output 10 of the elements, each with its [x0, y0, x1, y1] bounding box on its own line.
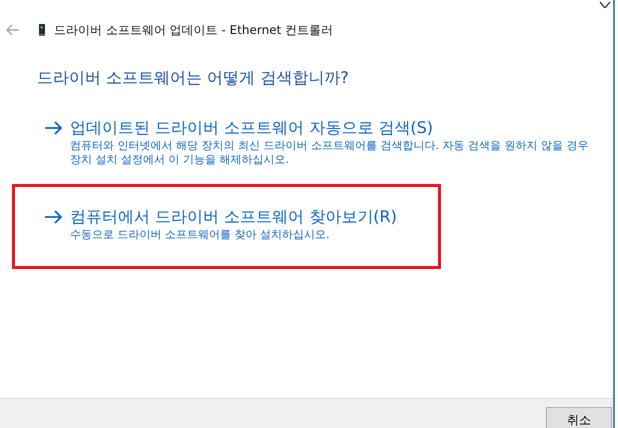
- option-link[interactable]: 업데이트된 드라이버 소프트웨어 자동으로 검색(S): [70, 117, 590, 139]
- network-adapter-icon: [39, 23, 45, 37]
- option-description: 컴퓨터와 인터넷에서 해당 장치의 최신 드라이버 소프트웨어를 검색합니다. 자동 검색을 원하지 않을 경우 장치 설치 설정에서 이 기능을 해제하십시오.: [70, 139, 590, 167]
- cancel-button[interactable]: 취소: [546, 407, 612, 428]
- option-link[interactable]: 컴퓨터에서 드라이버 소프트웨어 찾아보기(R): [70, 206, 590, 228]
- page-heading: 드라이버 소프트웨어는 어떻게 검색합니까?: [37, 68, 350, 89]
- window-title: 드라이버 소프트웨어 업데이트 - Ethernet 컨트롤러: [54, 22, 334, 38]
- arrow-icon: [45, 210, 63, 224]
- option-description: 수동으로 드라이버 소프트웨어를 찾아 설치하십시오.: [70, 228, 330, 242]
- arrow-icon: [45, 121, 63, 135]
